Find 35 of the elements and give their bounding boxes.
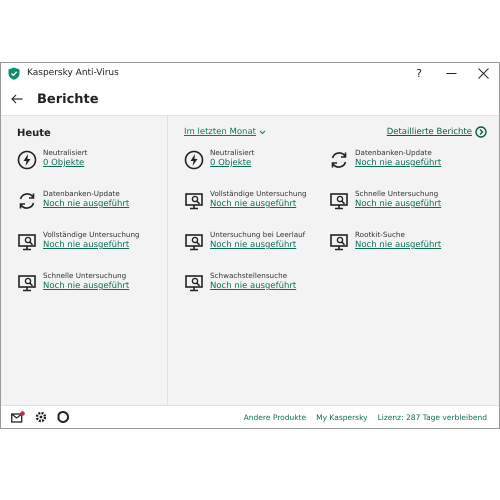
monitor-search-icon <box>329 191 349 211</box>
close-icon[interactable] <box>478 68 488 78</box>
report-link[interactable]: Noch nie ausgeführt <box>210 281 296 291</box>
bolt-icon <box>17 150 37 170</box>
report-link[interactable]: 0 Objekte <box>210 158 254 168</box>
bolt-icon <box>184 150 204 170</box>
details-link[interactable]: Detaillierte Berichte <box>386 126 487 138</box>
report-link[interactable]: Noch nie ausgeführt <box>43 199 130 209</box>
monitor-search-icon <box>329 232 349 252</box>
report-link[interactable]: Noch nie ausgeführt <box>210 240 306 250</box>
report-link[interactable]: Noch nie ausgeführt <box>43 281 130 291</box>
report-link[interactable]: Noch nie ausgeführt <box>210 199 307 209</box>
settings-icon[interactable] <box>35 411 47 423</box>
back-icon[interactable] <box>11 94 23 104</box>
shield-icon <box>8 66 20 80</box>
report-link[interactable]: Noch nie ausgeführt <box>355 199 442 209</box>
monitor-search-icon <box>184 273 204 293</box>
section-heading: Heute <box>17 128 52 139</box>
monitor-search-icon <box>184 191 204 211</box>
monitor-search-icon <box>184 232 204 252</box>
arrow-circle-icon <box>475 126 487 138</box>
sync-icon <box>329 150 349 170</box>
report-link[interactable]: Noch nie ausgeführt <box>355 158 442 168</box>
report-link[interactable]: Noch nie ausgeführt <box>355 240 442 250</box>
caret-icon <box>259 130 266 134</box>
monitor-search-icon <box>17 273 37 293</box>
report-link[interactable]: Noch nie ausgeführt <box>43 240 140 250</box>
mail-icon[interactable] <box>11 411 25 423</box>
page-title: Berichte <box>37 92 99 106</box>
monitor-search-icon <box>17 232 37 252</box>
window-title: Kaspersky Anti-Virus <box>27 68 119 78</box>
sync-icon <box>17 191 37 211</box>
help-button[interactable]: ? <box>403 63 435 83</box>
report-link[interactable]: 0 Objekte <box>43 158 88 168</box>
period-dropdown[interactable]: Im letzten Monat <box>184 127 266 137</box>
